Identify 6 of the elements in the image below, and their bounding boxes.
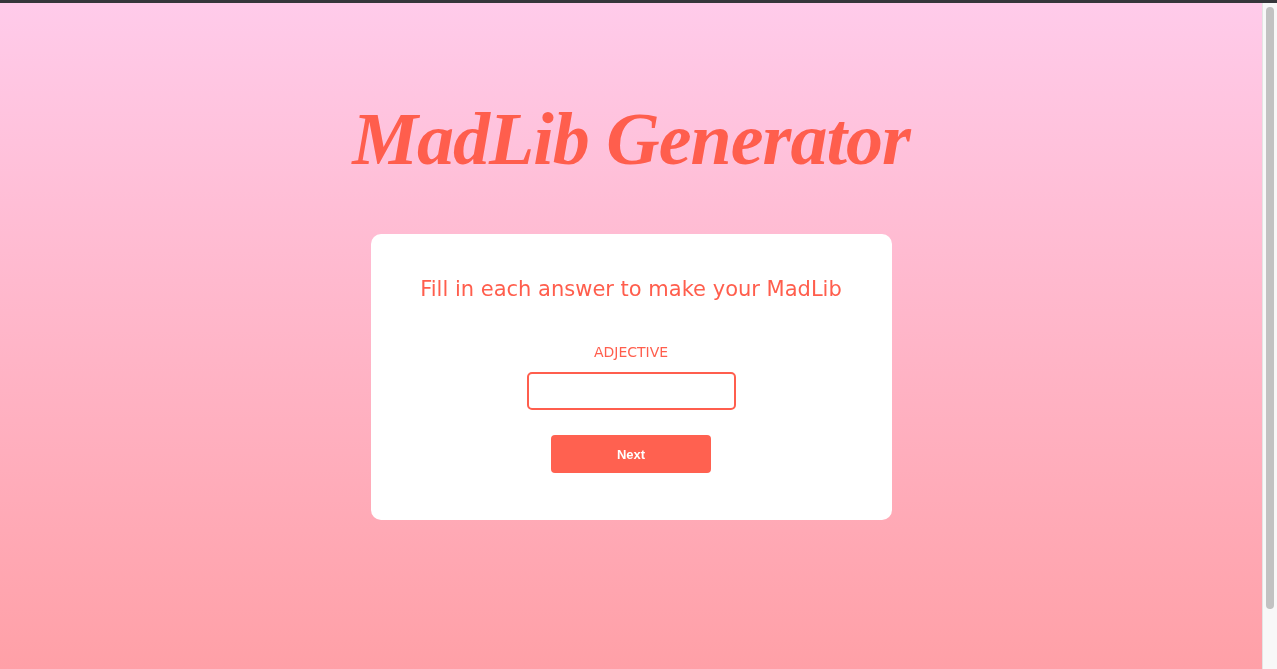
card-heading: Fill in each answer to make your MadLib xyxy=(420,276,842,303)
input-field[interactable] xyxy=(526,372,736,410)
field-label: ADJECTIVE xyxy=(593,343,669,361)
next-button[interactable]: Next xyxy=(551,435,711,473)
page-title: MadLib Generator xyxy=(352,97,910,182)
scrollbar-thumb[interactable] xyxy=(1266,7,1274,609)
